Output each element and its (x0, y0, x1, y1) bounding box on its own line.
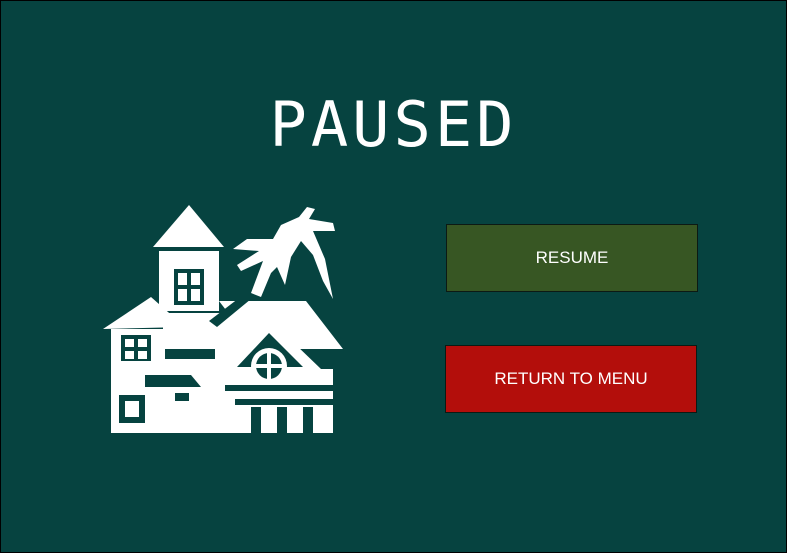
haunted-house-icon (103, 205, 343, 433)
resume-button[interactable]: RESUME (446, 224, 698, 292)
pause-title: PAUSED (269, 88, 518, 161)
pause-screen: PAUSED RESUME RETURN TO MENU (1, 1, 786, 552)
return-to-menu-button[interactable]: RETURN TO MENU (445, 345, 697, 413)
